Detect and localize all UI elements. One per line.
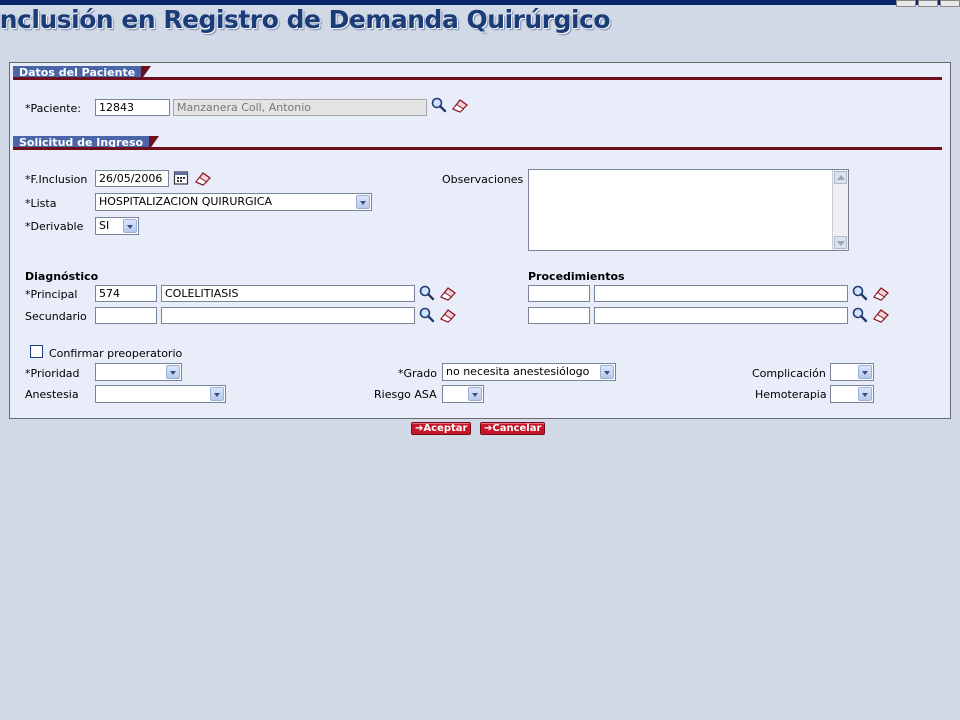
grado-label: *Grado — [398, 367, 437, 380]
chevron-down-icon[interactable] — [468, 387, 482, 401]
principal-code-field[interactable]: 574 — [95, 285, 157, 302]
grado-select-value: no necesita anestesiólogo — [446, 365, 590, 378]
procedimiento-1-desc-field[interactable] — [594, 285, 848, 302]
section-divider — [13, 77, 942, 80]
secundario-label: Secundario — [25, 310, 87, 323]
principal-label: *Principal — [25, 288, 78, 301]
eraser-icon[interactable] — [451, 97, 469, 113]
aceptar-button-label: Aceptar — [423, 423, 468, 434]
lista-label: *Lista — [25, 197, 57, 210]
complicacion-select[interactable] — [830, 363, 874, 381]
lista-select-value: HOSPITALIZACION QUIRURGICA — [99, 195, 272, 208]
procedimiento-2-desc-field[interactable] — [594, 307, 848, 324]
riesgo-asa-select[interactable] — [442, 385, 484, 403]
magnifier-icon[interactable] — [418, 307, 436, 323]
confirmar-preoperatorio-label: Confirmar preoperatorio — [49, 347, 183, 360]
procedimientos-heading: Procedimientos — [528, 270, 625, 283]
secundario-desc-field[interactable] — [161, 307, 415, 324]
riesgo-asa-label: Riesgo ASA — [374, 388, 437, 401]
chevron-down-icon[interactable] — [210, 387, 224, 401]
eraser-icon[interactable] — [194, 170, 212, 186]
procedimiento-1-code-field[interactable] — [528, 285, 590, 302]
f-inclusion-label: *F.Inclusion — [25, 173, 88, 186]
observaciones-textarea[interactable] — [528, 169, 849, 251]
section-divider — [13, 147, 942, 150]
scroll-down-arrow-icon[interactable] — [834, 236, 847, 249]
cancelar-button-label: Cancelar — [492, 423, 542, 434]
scroll-up-arrow-icon[interactable] — [834, 171, 847, 184]
maximize-button[interactable] — [918, 0, 938, 7]
procedimiento-2-code-field[interactable] — [528, 307, 590, 324]
chevron-down-icon[interactable] — [600, 365, 614, 379]
derivable-select[interactable]: SI — [95, 217, 139, 235]
eraser-icon[interactable] — [872, 285, 890, 301]
observaciones-scrollbar[interactable] — [832, 170, 848, 250]
anestesia-select[interactable] — [95, 385, 226, 403]
paciente-label: *Paciente: — [25, 102, 82, 115]
derivable-label: *Derivable — [25, 220, 84, 233]
magnifier-icon[interactable] — [851, 307, 869, 323]
paciente-id-field[interactable]: 12843 — [95, 99, 170, 116]
confirmar-preoperatorio-checkbox[interactable] — [30, 345, 43, 358]
secundario-code-field[interactable] — [95, 307, 157, 324]
chevron-down-icon[interactable] — [123, 219, 137, 233]
prioridad-select[interactable] — [95, 363, 182, 381]
close-button[interactable] — [940, 0, 960, 7]
cancelar-button[interactable]: ➔Cancelar — [480, 422, 546, 435]
prioridad-label: *Prioridad — [25, 367, 80, 380]
eraser-icon[interactable] — [872, 307, 890, 323]
page-title: Inclusión en Registro de Demanda Quirúrg… — [0, 5, 611, 34]
magnifier-icon[interactable] — [430, 97, 448, 113]
minimize-button[interactable] — [896, 0, 916, 7]
observaciones-label: Observaciones — [442, 173, 524, 186]
magnifier-icon[interactable] — [851, 285, 869, 301]
chevron-down-icon[interactable] — [858, 387, 872, 401]
window-controls — [894, 0, 960, 7]
grado-select[interactable]: no necesita anestesiólogo — [442, 363, 616, 381]
aceptar-button[interactable]: ➔Aceptar — [411, 422, 472, 435]
magnifier-icon[interactable] — [418, 285, 436, 301]
chevron-down-icon[interactable] — [356, 195, 370, 209]
anestesia-label: Anestesia — [25, 388, 79, 401]
complicacion-label: Complicación — [752, 367, 826, 380]
hemoterapia-label: Hemoterapia — [755, 388, 827, 401]
eraser-icon[interactable] — [439, 307, 457, 323]
hemoterapia-select[interactable] — [830, 385, 874, 403]
chevron-down-icon[interactable] — [858, 365, 872, 379]
calendar-icon[interactable] — [173, 170, 189, 186]
f-inclusion-field[interactable]: 26/05/2006 — [95, 170, 169, 187]
form-panel: Datos del Paciente *Paciente: 12843 Manz… — [9, 62, 951, 419]
derivable-select-value: SI — [99, 219, 110, 232]
lista-select[interactable]: HOSPITALIZACION QUIRURGICA — [95, 193, 372, 211]
paciente-name-field: Manzanera Coll, Antonio — [173, 99, 427, 116]
principal-desc-field[interactable]: COLELITIASIS — [161, 285, 415, 302]
eraser-icon[interactable] — [439, 285, 457, 301]
chevron-down-icon[interactable] — [166, 365, 180, 379]
diagnostico-heading: Diagnóstico — [25, 270, 99, 283]
